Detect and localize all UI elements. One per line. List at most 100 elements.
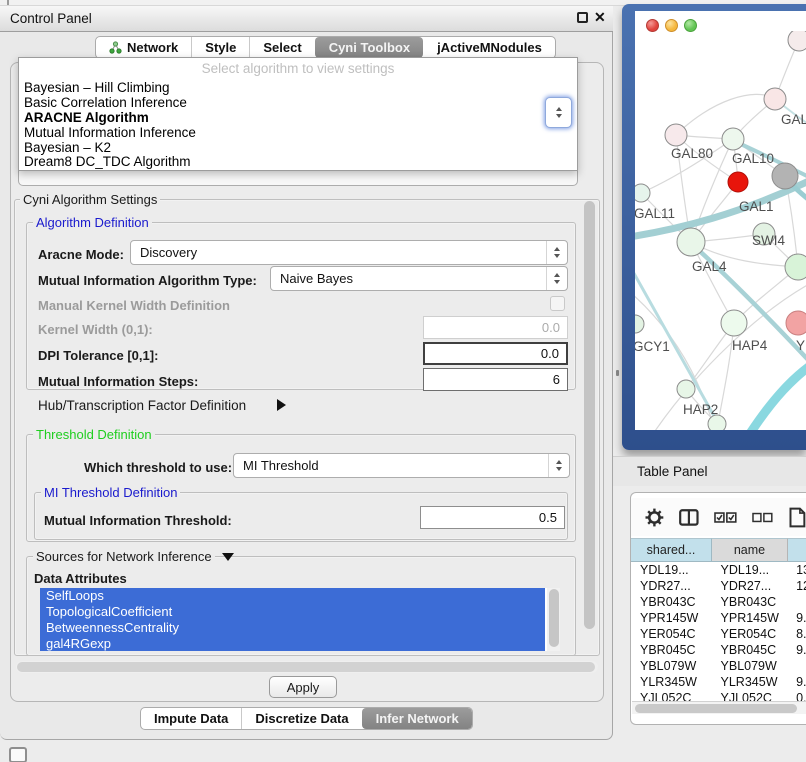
table-row[interactable]: YBL079WYBL079W xyxy=(631,658,806,674)
table-toolbar xyxy=(631,498,806,536)
network-node[interactable] xyxy=(786,311,806,335)
attributes-scrollbar[interactable] xyxy=(547,588,560,651)
floating-panel-icon[interactable] xyxy=(9,747,27,762)
algorithm-option[interactable]: Mutual Information Inference xyxy=(19,126,577,141)
tab-discretize-data[interactable]: Discretize Data xyxy=(241,708,361,729)
expander-expanded-icon[interactable] xyxy=(222,553,234,561)
network-node[interactable] xyxy=(635,315,644,333)
tab-impute-data[interactable]: Impute Data xyxy=(141,708,241,729)
expander-collapsed-icon[interactable] xyxy=(277,399,286,411)
which-threshold-combo[interactable]: MI Threshold xyxy=(233,453,570,478)
outer-top-tick xyxy=(7,0,9,5)
network-node[interactable] xyxy=(772,163,798,189)
column-header-shared-name[interactable]: shared... xyxy=(631,538,712,562)
network-node[interactable] xyxy=(788,31,806,51)
deselect-all-checkboxes-icon[interactable] xyxy=(752,511,774,524)
column-header-name[interactable]: name xyxy=(712,538,788,562)
apply-button[interactable]: Apply xyxy=(269,676,337,698)
tab-infer-network[interactable]: Infer Network xyxy=(362,708,472,729)
network-graph: GALGAL80GAL10GAL1GAL11SWI4GAL4GCY1HAP4YH… xyxy=(635,31,806,430)
combo-arrows-icon xyxy=(548,454,569,477)
table-row[interactable]: YDR27...YDR27...12 xyxy=(631,578,806,594)
network-node[interactable] xyxy=(764,88,786,110)
mi-threshold-label: Mutual Information Threshold: xyxy=(44,513,232,528)
aracne-mode-label: Aracne Mode: xyxy=(38,247,124,262)
network-node-label: HAP4 xyxy=(732,338,768,353)
column-header-extra[interactable] xyxy=(788,538,806,562)
hub-expander-label[interactable]: Hub/Transcription Factor Definition xyxy=(38,398,246,413)
network-node[interactable] xyxy=(722,128,744,150)
settings-horizontal-scrollbar[interactable] xyxy=(16,661,598,673)
split-columns-icon[interactable] xyxy=(679,509,699,526)
table-cell: 9. xyxy=(787,642,806,658)
mi-threshold-input[interactable]: 0.5 xyxy=(420,506,565,529)
algorithm-option[interactable]: Bayesian – Hill Climbing xyxy=(19,81,577,96)
network-node[interactable] xyxy=(721,310,747,336)
tab-cyni-toolbox[interactable]: Cyni Toolbox xyxy=(315,37,423,58)
manual-kernel-width-checkbox[interactable] xyxy=(550,296,565,311)
table-row[interactable]: YER054CYER054C8. xyxy=(631,626,806,642)
network-node[interactable] xyxy=(677,380,695,398)
mi-algorithm-type-combo[interactable]: Naive Bayes xyxy=(270,266,568,291)
float-panel-icon[interactable] xyxy=(577,12,588,23)
aracne-mode-combo[interactable]: Discovery xyxy=(130,240,568,265)
export-table-icon[interactable] xyxy=(789,507,806,528)
table-cell: YPR145W xyxy=(631,610,712,626)
attribute-list-item[interactable]: gal4RGexp xyxy=(40,636,545,651)
app-root: Control Panel ✕ Network Style Select Cyn… xyxy=(0,0,806,762)
algorithm-option-list: Bayesian – Hill ClimbingBasic Correlatio… xyxy=(19,81,577,170)
table-cell: 9. xyxy=(787,674,806,690)
tab-jactivemnodules[interactable]: jActiveMNodules xyxy=(423,37,555,58)
panel-splitter-handle[interactable] xyxy=(616,370,619,376)
tab-style[interactable]: Style xyxy=(191,37,249,58)
attribute-list-item[interactable]: BetweennessCentrality xyxy=(40,620,545,636)
attribute-list-item[interactable]: SelfLoops xyxy=(40,588,545,604)
network-edge[interactable] xyxy=(655,283,806,430)
sources-group-title: Sources for Network Inference xyxy=(33,549,215,564)
stepper-down-icon xyxy=(556,114,562,118)
table-row[interactable]: YBR045CYBR045C9. xyxy=(631,642,806,658)
inference-algorithm-combo-stepper[interactable] xyxy=(545,97,572,128)
table-row[interactable]: YDL19...YDL19...13 xyxy=(631,562,806,578)
network-node[interactable] xyxy=(708,415,726,430)
table-cell: YBR043C xyxy=(631,594,712,610)
select-all-checkboxes-icon[interactable] xyxy=(714,511,738,524)
network-node-label: GAL10 xyxy=(732,151,774,166)
table-cell: YBL079W xyxy=(712,658,788,674)
data-attributes-list: SelfLoopsTopologicalCoefficientBetweenne… xyxy=(40,588,560,651)
dpi-tolerance-input[interactable]: 0.0 xyxy=(423,342,568,365)
table-cell: YDL19... xyxy=(631,562,712,578)
algorithm-option[interactable]: Bayesian – K2 xyxy=(19,141,577,156)
table-cell xyxy=(787,594,806,610)
network-canvas[interactable]: GALGAL80GAL10GAL1GAL11SWI4GAL4GCY1HAP4YH… xyxy=(635,11,806,430)
table-cell: 8. xyxy=(787,626,806,642)
network-node[interactable] xyxy=(677,228,705,256)
tab-network[interactable]: Network xyxy=(96,37,191,58)
network-edge[interactable] xyxy=(751,361,806,430)
table-cell: YDR27... xyxy=(712,578,788,594)
gear-icon[interactable] xyxy=(645,508,664,527)
network-node[interactable] xyxy=(635,184,650,202)
network-node[interactable] xyxy=(728,172,748,192)
table-row[interactable]: YLR345WYLR345W9. xyxy=(631,674,806,690)
attribute-list-item[interactable]: TopologicalCoefficient xyxy=(40,604,545,620)
stepper-up-icon xyxy=(556,107,562,111)
settings-vertical-scrollbar[interactable] xyxy=(583,201,596,651)
algorithm-option[interactable]: Basic Correlation Inference xyxy=(19,96,577,111)
manual-kernel-width-label: Manual Kernel Width Definition xyxy=(38,298,230,313)
table-cell: YBR045C xyxy=(631,642,712,658)
algorithm-option[interactable]: ARACNE Algorithm xyxy=(19,111,577,126)
close-icon[interactable]: ✕ xyxy=(594,9,606,26)
network-node[interactable] xyxy=(785,254,806,280)
algorithm-option[interactable]: Dream8 DC_TDC Algorithm xyxy=(19,155,577,170)
tab-select[interactable]: Select xyxy=(249,37,314,58)
table-row[interactable]: YPR145WYPR145W9. xyxy=(631,610,806,626)
kernel-width-input[interactable]: 0.0 xyxy=(423,316,568,339)
cyni-bottom-tabs: Impute Data Discretize Data Infer Networ… xyxy=(140,707,473,730)
table-row[interactable]: YBR043CYBR043C xyxy=(631,594,806,610)
network-edge[interactable] xyxy=(676,94,775,135)
table-horizontal-scrollbar[interactable] xyxy=(632,701,806,714)
network-node-label: GAL11 xyxy=(635,206,675,221)
mi-steps-input[interactable]: 6 xyxy=(423,368,568,391)
network-node[interactable] xyxy=(665,124,687,146)
